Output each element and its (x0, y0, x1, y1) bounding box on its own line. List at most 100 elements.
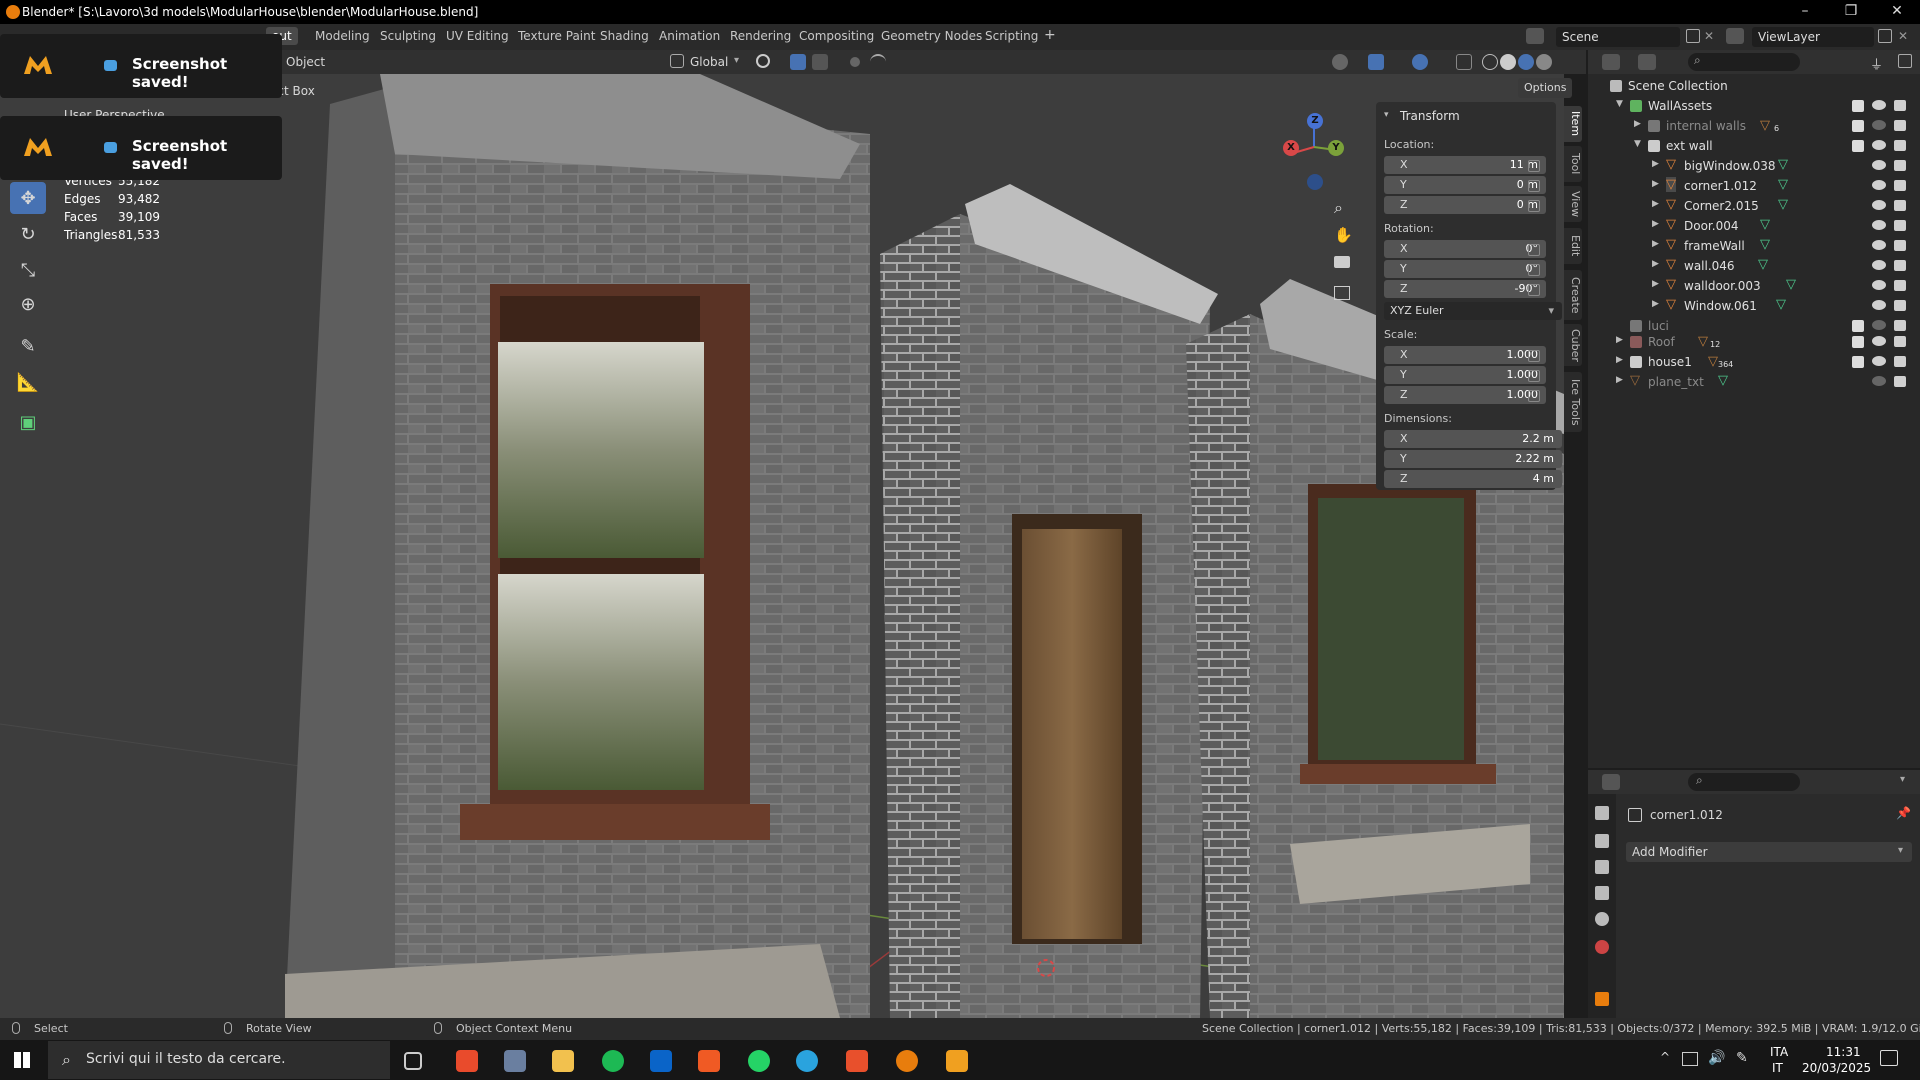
tray-chevron-icon[interactable]: ^ (1660, 1050, 1670, 1064)
dimensions-x-field[interactable]: X 2.2 m (1384, 430, 1562, 448)
render-camera-icon[interactable] (1894, 320, 1906, 331)
object-properties-icon[interactable] (1595, 992, 1609, 1006)
falloff-icon[interactable] (870, 54, 886, 70)
render-camera-icon[interactable] (1894, 260, 1906, 271)
volume-icon[interactable]: 🔊 (1708, 1050, 1725, 1066)
render-camera-icon[interactable] (1894, 160, 1906, 171)
eye-icon[interactable] (1872, 336, 1886, 346)
lock-icon[interactable] (1528, 370, 1540, 382)
task-view-icon[interactable] (404, 1052, 422, 1070)
checkbox-icon[interactable] (1852, 356, 1864, 368)
expand-icon[interactable]: ▶ (1652, 179, 1659, 189)
outliner-row-object[interactable]: ▶ ▽ wall.046 ▽ (1588, 256, 1920, 276)
eye-hidden-icon[interactable] (1872, 376, 1886, 386)
eye-hidden-icon[interactable] (1872, 320, 1886, 330)
render-camera-icon[interactable] (1894, 100, 1906, 111)
scale-tool-button[interactable]: ⤡ (10, 254, 46, 286)
eye-icon[interactable] (1872, 140, 1886, 150)
scale-x-field[interactable]: X 1.000 (1384, 346, 1546, 364)
lock-icon[interactable] (1528, 244, 1540, 256)
material-shading-icon[interactable] (1518, 54, 1534, 70)
expand-icon[interactable]: ▼ (1634, 139, 1641, 149)
location-y-field[interactable]: Y0 m (1384, 176, 1546, 194)
outliner-row-plane-txt[interactable]: ▶ ▽ plane_txt ▽ (1588, 372, 1920, 392)
checkbox-icon[interactable] (1852, 140, 1864, 152)
tab-animation[interactable]: Animation (659, 29, 720, 43)
tab-create[interactable]: Create (1564, 270, 1582, 320)
xray-icon[interactable] (1456, 54, 1472, 70)
hand-pan-icon[interactable]: ✋ (1334, 226, 1353, 244)
minimize-button[interactable]: – (1782, 0, 1828, 24)
outliner-search-input[interactable] (1688, 53, 1800, 71)
scale-y-field[interactable]: Y 1.000 (1384, 366, 1546, 384)
outliner-row-object[interactable]: ▶ ▽ Corner2.015 ▽ (1588, 196, 1920, 216)
outliner-row-object[interactable]: ▶ ▽ Window.061 ▽ (1588, 296, 1920, 316)
expand-icon[interactable]: ▶ (1652, 159, 1659, 169)
location-x-field[interactable]: X 11 m (1384, 156, 1546, 174)
delete-scene-icon[interactable]: ✕ (1704, 29, 1714, 43)
pivot-icon[interactable] (756, 54, 770, 68)
new-collection-icon[interactable] (1898, 54, 1912, 68)
tab-texture-paint[interactable]: Texture Paint (518, 29, 595, 43)
rotation-x-field[interactable]: X 0° (1384, 240, 1546, 258)
filter-icon[interactable]: ⏚ (1870, 54, 1883, 73)
expand-icon[interactable]: ▶ (1652, 239, 1659, 249)
language-top[interactable]: ITA (1770, 1045, 1788, 1059)
eye-icon[interactable] (1872, 100, 1886, 110)
proportional-edit-icon[interactable] (850, 57, 860, 67)
store-app-icon[interactable] (504, 1050, 526, 1072)
zoom-icon[interactable]: ⌕ (1334, 198, 1343, 218)
dimensions-y-field[interactable]: Y 2.22 m (1384, 450, 1562, 468)
render-camera-icon[interactable] (1894, 220, 1906, 231)
eye-hidden-icon[interactable] (1872, 120, 1886, 130)
wireframe-shading-icon[interactable] (1482, 54, 1498, 70)
panel-collapse-icon[interactable]: ▾ (1384, 110, 1389, 120)
transform-tool-button[interactable]: ⊕ (10, 288, 46, 320)
tab-rendering[interactable]: Rendering (730, 29, 791, 43)
scale-z-field[interactable]: Z 1.000 (1384, 386, 1546, 404)
telegram-icon[interactable] (796, 1050, 818, 1072)
output-settings-icon[interactable] (1595, 860, 1609, 874)
eye-icon[interactable] (1872, 220, 1886, 230)
world-icon[interactable] (1595, 940, 1609, 954)
viewlayer-selector[interactable]: ViewLayer (1752, 27, 1874, 47)
pin-icon[interactable]: 📌 (1896, 806, 1911, 820)
tab-cuber[interactable]: Cuber (1564, 324, 1582, 366)
expand-icon[interactable]: ▶ (1616, 375, 1623, 385)
m-app-taskbar-icon[interactable] (946, 1050, 968, 1072)
add-workspace-button[interactable]: + (1044, 27, 1056, 43)
eye-icon[interactable] (1872, 300, 1886, 310)
expand-icon[interactable]: ▶ (1652, 199, 1659, 209)
taskbar-search-input[interactable]: ⌕ Scrivi qui il testo da cercare. (48, 1041, 390, 1079)
restore-button[interactable]: ❐ (1828, 0, 1874, 24)
close-button[interactable]: ✕ (1874, 0, 1920, 24)
render-camera-icon[interactable] (1894, 300, 1906, 311)
dts-app-icon[interactable] (456, 1050, 478, 1072)
render-camera-icon[interactable] (1894, 200, 1906, 211)
render-camera-icon[interactable] (1894, 120, 1906, 131)
outlook-icon[interactable] (650, 1050, 672, 1072)
move-tool-button[interactable]: ✥ (10, 182, 46, 214)
properties-search-input[interactable] (1688, 773, 1800, 791)
solid-shading-icon[interactable] (1500, 54, 1516, 70)
outliner-row-internal-walls[interactable]: ▶ internal walls ▽ 6 (1588, 116, 1920, 136)
tab-view[interactable]: View (1564, 186, 1582, 222)
chevron-down-icon[interactable]: ▾ (1900, 774, 1905, 785)
render-camera-icon[interactable] (1894, 356, 1906, 367)
display-mode-icon[interactable] (1638, 54, 1656, 70)
expand-icon[interactable]: ▶ (1634, 119, 1641, 129)
eye-icon[interactable] (1872, 260, 1886, 270)
whatsapp-icon[interactable] (748, 1050, 770, 1072)
pen-icon[interactable]: ✎ (1736, 1050, 1748, 1066)
add-cube-tool-button[interactable]: ▣ (10, 406, 46, 438)
brave-beta-icon[interactable] (846, 1050, 868, 1072)
eye-icon[interactable] (1872, 200, 1886, 210)
windows-start-icon[interactable] (14, 1052, 30, 1068)
outliner-row-ext-wall[interactable]: ▼ ext wall (1588, 136, 1920, 156)
location-z-field[interactable]: Z0 m (1384, 196, 1546, 214)
rotation-mode-dropdown[interactable]: XYZ Euler ▾ (1384, 302, 1562, 320)
rotation-z-field[interactable]: Z -90° (1384, 280, 1546, 298)
lock-icon[interactable] (1528, 200, 1540, 212)
tab-shading[interactable]: Shading (600, 29, 649, 43)
expand-icon[interactable]: ▶ (1652, 279, 1659, 289)
